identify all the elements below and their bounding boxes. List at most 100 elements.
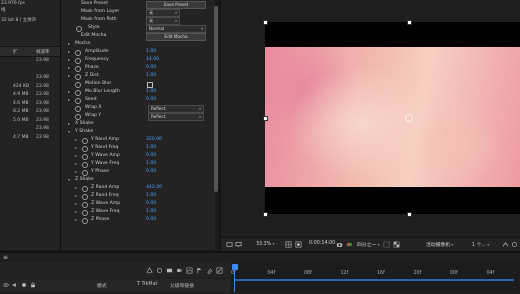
chevron-right-icon[interactable]: ▸ [75,192,77,200]
transform-handle[interactable] [263,116,268,121]
camera-icon[interactable] [336,241,343,248]
anchor-point-icon[interactable] [405,114,413,122]
stopwatch-icon[interactable] [82,161,88,168]
chevron-down-icon[interactable]: ▾ [68,128,70,136]
column-ext[interactable]: 扩 [13,49,18,55]
timeline-tab[interactable]: ≡ [0,253,20,262]
column-framerate[interactable]: 帧速率 [36,49,50,55]
y-wave-freq-value[interactable]: 1.00 [146,160,156,168]
flag-icon[interactable] [196,267,203,274]
stopwatch-icon[interactable] [82,145,88,152]
transform-handle[interactable] [407,20,412,25]
camera-select[interactable]: 活动摄像机 [426,241,453,248]
chevron-right-icon[interactable]: ▸ [68,88,70,96]
stopwatch-icon[interactable] [75,57,81,64]
z-rand-freq-value[interactable]: 1.00 [146,192,156,200]
playhead[interactable] [232,264,238,270]
y-phase-value[interactable]: 0.00 [146,168,156,176]
mo-blur-length-value[interactable]: 1.00 [146,88,156,96]
list-item[interactable]: 4.9 MB 23.98 [0,91,60,99]
chevron-right-icon[interactable]: ▸ [75,216,77,224]
chevron-right-icon[interactable]: ▸ [68,40,70,48]
composition-mini-flowchart-icon[interactable] [216,267,223,274]
stopwatch-icon[interactable] [75,113,81,120]
column-parent[interactable]: 父级和链接 [170,282,194,289]
views-select[interactable]: 1 个... [472,241,489,248]
chevron-right-icon[interactable]: ▸ [68,72,70,80]
stopwatch-icon[interactable] [82,169,88,176]
paperclip-icon[interactable] [206,267,213,274]
stopwatch-icon[interactable] [82,193,88,200]
list-item[interactable]: 23.98 [0,74,60,82]
mask-icon[interactable] [295,241,302,248]
draft-3d-icon[interactable] [146,267,153,274]
zoom-select[interactable]: 33.3% [256,241,275,247]
list-item[interactable]: 8.2 MB 23.98 [0,108,60,116]
lock-icon[interactable] [30,282,36,288]
chevron-right-icon[interactable]: ▸ [75,184,77,192]
shy-layers-icon[interactable] [156,267,163,274]
reset-exposure-icon[interactable] [511,241,518,248]
frame-blending-icon[interactable] [166,267,173,274]
stopwatch-icon[interactable] [75,81,81,88]
list-item[interactable] [0,66,60,74]
transform-handle[interactable] [263,212,268,217]
z-dist-value[interactable]: 1.00 [146,72,156,80]
list-item[interactable]: 23.98 [0,57,60,65]
stopwatch-icon[interactable] [82,217,88,224]
project-column-header[interactable]: 扩 帧速率 [0,46,60,57]
stopwatch-icon[interactable] [75,65,81,72]
stopwatch-icon[interactable] [82,201,88,208]
chevron-right-icon[interactable]: ▸ [75,144,77,152]
grid-icon[interactable] [285,241,292,248]
z-shake-group[interactable]: ▾ Z Shake [61,176,211,184]
list-item[interactable]: 23.98 [0,125,60,133]
stopwatch-icon[interactable] [82,153,88,160]
phase-value[interactable]: 0.00 [146,64,156,72]
list-item[interactable]: 4.7 MB 23.98 [0,134,60,142]
z-phase-value[interactable]: 0.00 [146,216,156,224]
y-shake-group[interactable]: ▾ Y Shake [61,128,211,136]
region-of-interest-icon[interactable] [383,241,390,248]
chevron-right-icon[interactable]: ▸ [75,168,77,176]
list-item[interactable]: 5.0 MB 23.98 [0,117,60,125]
stopwatch-icon[interactable] [75,97,81,104]
current-timecode[interactable]: 0:00:14:00 [309,241,335,246]
stopwatch-icon[interactable] [82,137,88,144]
transparency-grid-icon[interactable] [393,241,400,248]
stopwatch-icon[interactable] [82,209,88,216]
chevron-right-icon[interactable]: ▸ [68,48,70,56]
fast-previews-icon[interactable] [502,241,509,248]
effects-scrollbar[interactable] [214,6,218,192]
transform-handle[interactable] [263,20,268,25]
solo-icon[interactable] [21,282,27,288]
y-rand-freq-value[interactable]: 1.00 [146,144,156,152]
z-wave-freq-value[interactable]: 1.00 [146,208,156,216]
z-wave-amp-value[interactable]: 0.00 [146,200,156,208]
chevron-down-icon[interactable]: ▾ [68,176,70,184]
graph-editor-icon[interactable] [186,267,193,274]
column-mode[interactable]: 模式 [97,282,107,289]
chevron-right-icon[interactable]: ▸ [75,152,77,160]
list-item[interactable]: 4.6 MB 23.98 [0,100,60,108]
y-wave-amp-value[interactable]: 0.00 [146,152,156,160]
monitor-icon[interactable] [235,241,242,248]
resolution-select[interactable]: 四分之一 [357,241,379,248]
frequency-value[interactable]: 14.00 [146,56,159,64]
eye-icon[interactable] [3,282,9,288]
column-trkmat[interactable]: T TrkMat [137,282,157,287]
chevron-right-icon[interactable]: ▸ [75,200,77,208]
work-area-bar[interactable] [234,279,514,281]
stopwatch-icon[interactable] [76,25,82,32]
transform-handle[interactable] [407,212,412,217]
motion-blur-icon[interactable] [176,267,183,274]
audio-icon[interactable] [12,282,18,288]
chevron-right-icon[interactable]: ▸ [75,136,77,144]
stopwatch-icon[interactable] [75,73,81,80]
amplitude-value[interactable]: 1.00 [146,48,156,56]
seed-value[interactable]: 0.00 [146,96,156,104]
stopwatch-icon[interactable] [75,105,81,112]
stopwatch-icon[interactable] [75,49,81,56]
chevron-right-icon[interactable]: ▸ [68,120,70,128]
chevron-right-icon[interactable]: ▸ [68,64,70,72]
